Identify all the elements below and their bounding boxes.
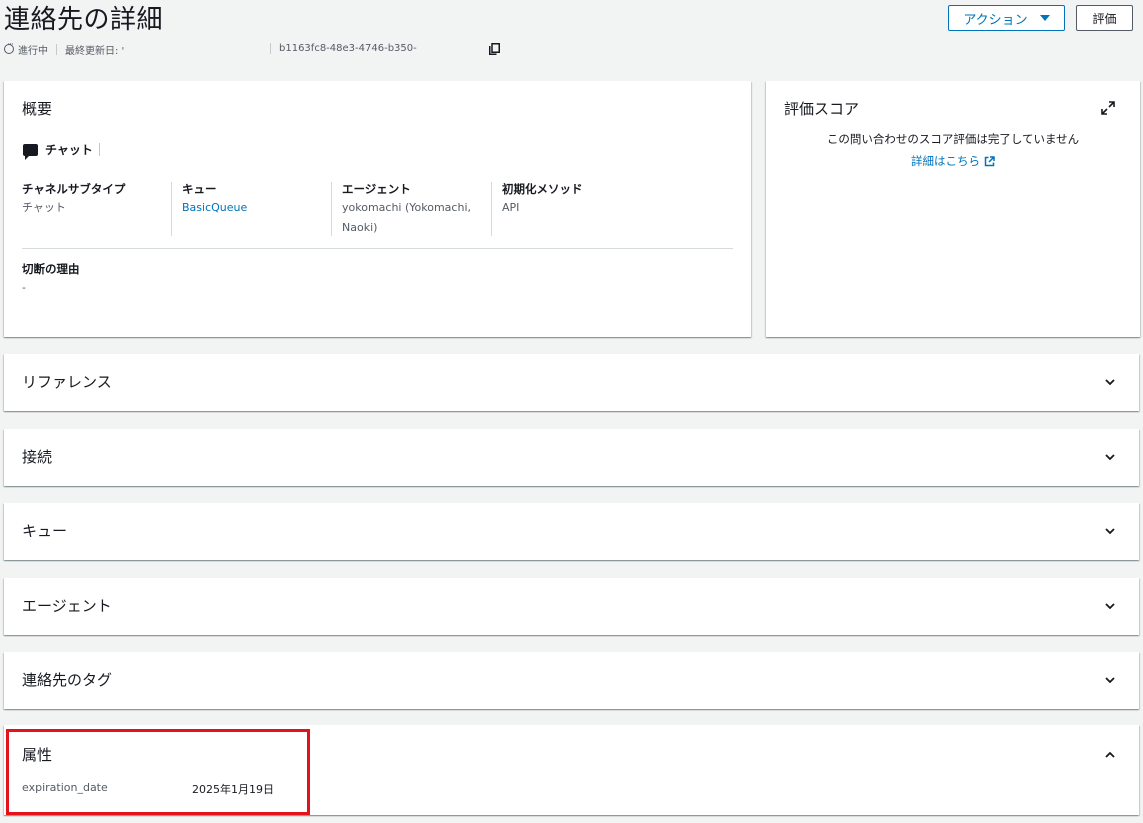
evaluate-button[interactable]: 評価 bbox=[1076, 5, 1133, 31]
channel-row: チャット bbox=[23, 141, 100, 160]
section-title: キュー bbox=[22, 522, 68, 540]
section-connection[interactable]: 接続 bbox=[4, 429, 1139, 486]
copy-icon[interactable] bbox=[489, 43, 500, 55]
field-label: 初期化メソッド bbox=[502, 182, 583, 196]
in-progress-icon bbox=[4, 39, 15, 54]
channel-label: チャット bbox=[45, 143, 93, 157]
actions-button[interactable]: アクション bbox=[948, 5, 1065, 31]
page-title: 連絡先の詳細 bbox=[4, 5, 164, 35]
field-value: API bbox=[502, 201, 520, 214]
field-label: エージェント bbox=[342, 182, 411, 196]
chevron-up-icon[interactable] bbox=[1105, 750, 1115, 760]
section-title: 連絡先のタグ bbox=[22, 671, 113, 689]
field-label: 切断の理由 bbox=[22, 262, 80, 276]
section-title: リファレンス bbox=[22, 373, 112, 391]
chevron-down-icon[interactable] bbox=[1105, 601, 1115, 611]
actions-button-label: アクション bbox=[963, 12, 1028, 28]
status-text: 進行中 bbox=[18, 45, 48, 57]
section-queue[interactable]: キュー bbox=[4, 503, 1139, 560]
meta-separator bbox=[270, 43, 271, 54]
chevron-down-icon[interactable] bbox=[1105, 377, 1115, 387]
overview-title: 概要 bbox=[22, 100, 53, 118]
learn-more-label: 詳細はこちら bbox=[911, 154, 980, 168]
highlight-box bbox=[6, 729, 310, 815]
field-value: yokomachi (Yokomachi, Naoki) bbox=[342, 201, 471, 234]
field-channel-subtype: チャネルサブタイプ チャット bbox=[22, 182, 172, 236]
chevron-down-icon[interactable] bbox=[1105, 675, 1115, 685]
meta-row: 進行中 最終更新日: ' bbox=[4, 39, 125, 57]
meta-separator bbox=[56, 43, 57, 55]
field-queue: キュー BasicQueue bbox=[171, 182, 332, 236]
evaluation-score-panel: 評価スコア この問い合わせのスコア評価は完了していません 詳細はこちら bbox=[766, 81, 1140, 337]
chevron-down-icon[interactable] bbox=[1105, 452, 1115, 462]
caret-down-icon bbox=[1039, 15, 1050, 21]
section-title: 接続 bbox=[22, 448, 53, 466]
external-link-icon bbox=[984, 156, 995, 167]
section-agent[interactable]: エージェント bbox=[4, 578, 1139, 635]
contact-id: b1163fc8-48e3-4746-b350- bbox=[279, 43, 417, 54]
expand-icon[interactable] bbox=[1101, 101, 1115, 115]
queue-link[interactable]: BasicQueue bbox=[182, 198, 332, 218]
score-title: 評価スコア bbox=[784, 100, 860, 118]
last-updated-label: 最終更新日: ' bbox=[65, 45, 125, 57]
field-agent: エージェント yokomachi (Yokomachi, Naoki) bbox=[331, 182, 482, 236]
divider bbox=[22, 248, 733, 249]
field-label: チャネルサブタイプ bbox=[22, 182, 126, 196]
field-value: チャット bbox=[22, 201, 66, 214]
section-title: エージェント bbox=[22, 597, 112, 615]
field-label: キュー bbox=[182, 182, 217, 196]
chevron-down-icon[interactable] bbox=[1105, 526, 1115, 536]
section-contact-tags[interactable]: 連絡先のタグ bbox=[4, 652, 1139, 709]
overview-panel: 概要 チャット チャネルサブタイプ チャット キュー BasicQueue エー… bbox=[4, 81, 751, 337]
field-value: - bbox=[22, 281, 26, 294]
learn-more-link[interactable]: 詳細はこちら bbox=[766, 153, 1140, 169]
disconnect-reason: 切断の理由 - bbox=[22, 262, 80, 298]
section-references[interactable]: リファレンス bbox=[4, 354, 1139, 411]
score-message: この問い合わせのスコア評価は完了していません bbox=[826, 132, 1080, 146]
chat-icon bbox=[23, 143, 38, 160]
field-init-method: 初期化メソッド API bbox=[491, 182, 652, 236]
channel-separator bbox=[98, 143, 100, 156]
